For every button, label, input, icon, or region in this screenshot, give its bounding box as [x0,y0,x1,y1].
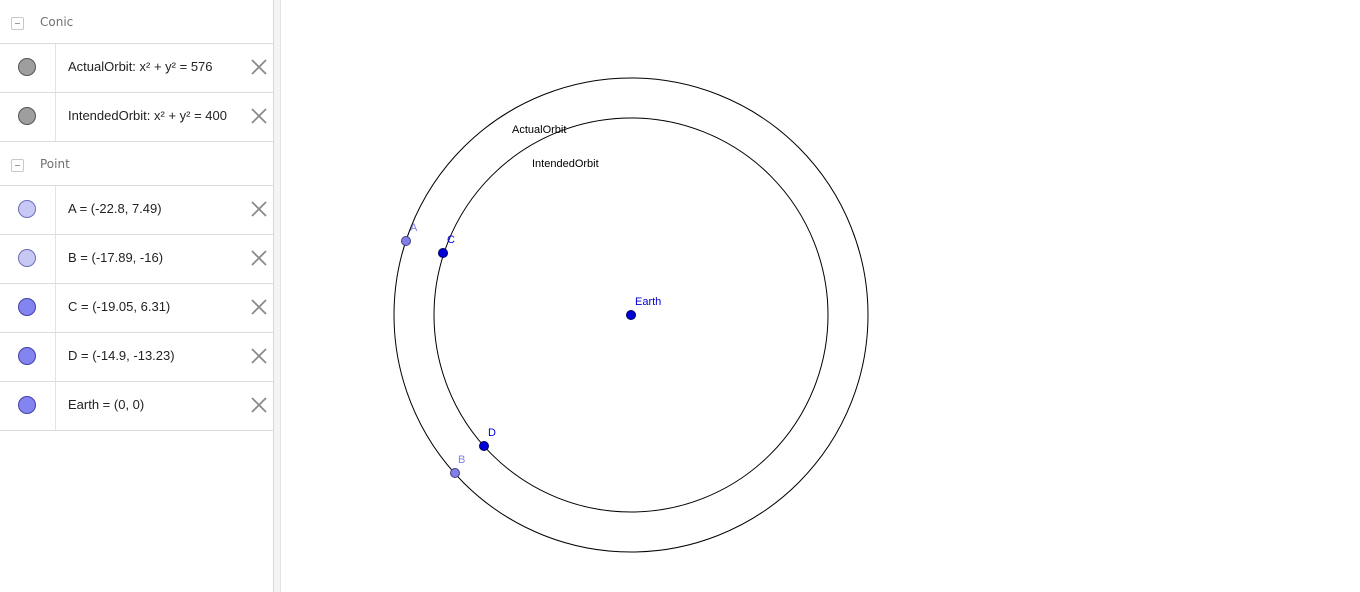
marble-cell [0,333,56,381]
point-d[interactable] [479,441,489,451]
algebra-view: Conic ActualOrbit: x² + y² = 576 Intende… [0,0,274,592]
algebra-row-actualorbit[interactable]: ActualOrbit: x² + y² = 576 [0,44,273,93]
delete-icon[interactable] [250,107,268,125]
algebra-row-text[interactable]: A = (-22.8, 7.49) [68,201,162,216]
visibility-marble-icon[interactable] [18,107,36,125]
delete-icon[interactable] [250,249,268,267]
group-title-point: Point [40,157,70,171]
visibility-marble-icon[interactable] [18,347,36,365]
marble-cell [0,235,56,283]
algebra-row-point-earth[interactable]: Earth = (0, 0) [0,382,273,431]
group-header-point[interactable]: Point [0,142,273,186]
point-c[interactable] [438,248,448,258]
point-b[interactable] [450,468,460,478]
algebra-row-point-a[interactable]: A = (-22.8, 7.49) [0,186,273,235]
algebra-row-point-b[interactable]: B = (-17.89, -16) [0,235,273,284]
algebra-row-text[interactable]: D = (-14.9, -13.23) [68,348,175,363]
point-c-label[interactable]: C [447,234,455,246]
algebra-row-text[interactable]: ActualOrbit: x² + y² = 576 [68,59,213,74]
algebra-row-text[interactable]: C = (-19.05, 6.31) [68,299,170,314]
marble-cell [0,186,56,234]
marble-cell [0,44,56,92]
point-a-label[interactable]: A [410,222,418,234]
marble-cell [0,93,56,141]
delete-icon[interactable] [250,298,268,316]
delete-icon[interactable] [250,347,268,365]
visibility-marble-icon[interactable] [18,58,36,76]
group-header-conic[interactable]: Conic [0,0,273,44]
visibility-marble-icon[interactable] [18,249,36,267]
collapse-icon[interactable] [11,17,24,30]
algebra-row-point-d[interactable]: D = (-14.9, -13.23) [0,333,273,382]
collapse-icon[interactable] [11,159,24,172]
point-d-label[interactable]: D [488,427,496,439]
point-earth[interactable] [626,310,636,320]
marble-cell [0,382,56,430]
delete-icon[interactable] [250,58,268,76]
intended-orbit-label[interactable]: IntendedOrbit [532,158,599,170]
view-divider[interactable] [274,0,281,592]
visibility-marble-icon[interactable] [18,298,36,316]
group-title-conic: Conic [40,15,74,29]
graphics-view[interactable]: ActualOrbit IntendedOrbit A B C D Earth [281,0,1360,592]
point-b-label[interactable]: B [458,454,465,466]
point-a[interactable] [401,236,411,246]
delete-icon[interactable] [250,396,268,414]
point-earth-label[interactable]: Earth [635,296,661,308]
visibility-marble-icon[interactable] [18,396,36,414]
visibility-marble-icon[interactable] [18,200,36,218]
actual-orbit-label[interactable]: ActualOrbit [512,124,566,136]
algebra-row-point-c[interactable]: C = (-19.05, 6.31) [0,284,273,333]
marble-cell [0,284,56,332]
delete-icon[interactable] [250,200,268,218]
algebra-row-text[interactable]: B = (-17.89, -16) [68,250,163,265]
algebra-row-text[interactable]: IntendedOrbit: x² + y² = 400 [68,108,227,123]
algebra-row-intendedorbit[interactable]: IntendedOrbit: x² + y² = 400 [0,93,273,142]
algebra-row-text[interactable]: Earth = (0, 0) [68,397,144,412]
